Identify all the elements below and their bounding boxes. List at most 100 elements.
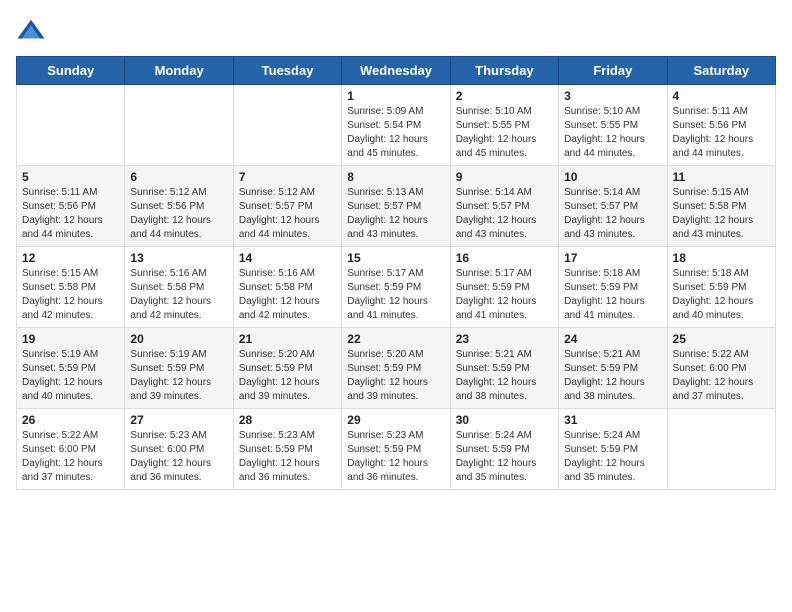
day-info: Sunrise: 5:20 AM Sunset: 5:59 PM Dayligh… bbox=[347, 348, 444, 404]
day-number: 12 bbox=[22, 251, 119, 265]
day-number: 28 bbox=[239, 413, 336, 427]
calendar-cell: 3Sunrise: 5:10 AM Sunset: 5:55 PM Daylig… bbox=[559, 85, 667, 166]
calendar-cell: 19 Sunrise: 5:19 AM Sunset: 5:59 PM Dayli… bbox=[17, 328, 125, 409]
calendar-cell: 6 Sunrise: 5:12 AM Sunset: 5:56 PM Daylig… bbox=[125, 166, 233, 247]
day-info: Sunrise: 5:15 AM Sunset: 5:58 PM Dayligh… bbox=[673, 186, 770, 242]
calendar-cell: 27 Sunrise: 5:23 AM Sunset: 6:00 PM Dayli… bbox=[125, 409, 233, 490]
day-header-saturday: Saturday bbox=[667, 57, 775, 85]
day-number: 30 bbox=[456, 413, 553, 427]
calendar-cell: 10Sunrise: 5:14 AM Sunset: 5:57 PM Dayli… bbox=[559, 166, 667, 247]
day-number: 1 bbox=[347, 89, 444, 103]
day-info: Sunrise: 5:22 AM Sunset: 6:00 PM Dayligh… bbox=[673, 348, 770, 404]
calendar-cell: 8Sunrise: 5:13 AM Sunset: 5:57 PM Daylig… bbox=[342, 166, 450, 247]
day-info: Sunrise: 5:10 AM Sunset: 5:55 PM Dayligh… bbox=[456, 105, 553, 161]
day-info: Sunrise: 5:24 AM Sunset: 5:59 PM Dayligh… bbox=[564, 429, 661, 485]
calendar-cell: 28 Sunrise: 5:23 AM Sunset: 5:59 PM Dayli… bbox=[233, 409, 341, 490]
day-info: Sunrise: 5:16 AM Sunset: 5:58 PM Dayligh… bbox=[130, 267, 227, 323]
day-number: 16 bbox=[456, 251, 553, 265]
day-number: 19 bbox=[22, 332, 119, 346]
day-number: 29 bbox=[347, 413, 444, 427]
week-row-5: 26 Sunrise: 5:22 AM Sunset: 6:00 PM Dayli… bbox=[17, 409, 776, 490]
day-header-thursday: Thursday bbox=[450, 57, 558, 85]
day-number: 20 bbox=[130, 332, 227, 346]
day-number: 3 bbox=[564, 89, 661, 103]
calendar-table: SundayMondayTuesdayWednesdayThursdayFrid… bbox=[16, 56, 776, 490]
day-info: Sunrise: 5:15 AM Sunset: 5:58 PM Dayligh… bbox=[22, 267, 119, 323]
day-number: 22 bbox=[347, 332, 444, 346]
calendar-cell: 30 Sunrise: 5:24 AM Sunset: 5:59 PM Dayli… bbox=[450, 409, 558, 490]
logo bbox=[16, 16, 50, 46]
day-info: Sunrise: 5:22 AM Sunset: 6:00 PM Dayligh… bbox=[22, 429, 119, 485]
day-info: Sunrise: 5:20 AM Sunset: 5:59 PM Dayligh… bbox=[239, 348, 336, 404]
calendar-cell: 13 Sunrise: 5:16 AM Sunset: 5:58 PM Dayli… bbox=[125, 247, 233, 328]
calendar-cell: 23 Sunrise: 5:21 AM Sunset: 5:59 PM Dayli… bbox=[450, 328, 558, 409]
calendar-cell: 22 Sunrise: 5:20 AM Sunset: 5:59 PM Dayli… bbox=[342, 328, 450, 409]
day-info: Sunrise: 5:23 AM Sunset: 5:59 PM Dayligh… bbox=[239, 429, 336, 485]
day-number: 25 bbox=[673, 332, 770, 346]
day-number: 11 bbox=[673, 170, 770, 184]
day-number: 6 bbox=[130, 170, 227, 184]
day-number: 2 bbox=[456, 89, 553, 103]
day-info: Sunrise: 5:16 AM Sunset: 5:58 PM Dayligh… bbox=[239, 267, 336, 323]
day-info: Sunrise: 5:12 AM Sunset: 5:56 PM Dayligh… bbox=[130, 186, 227, 242]
day-number: 31 bbox=[564, 413, 661, 427]
day-info: Sunrise: 5:19 AM Sunset: 5:59 PM Dayligh… bbox=[130, 348, 227, 404]
calendar-cell: 25 Sunrise: 5:22 AM Sunset: 6:00 PM Dayli… bbox=[667, 328, 775, 409]
calendar-cell: 31 Sunrise: 5:24 AM Sunset: 5:59 PM Dayli… bbox=[559, 409, 667, 490]
day-info: Sunrise: 5:18 AM Sunset: 5:59 PM Dayligh… bbox=[564, 267, 661, 323]
day-number: 23 bbox=[456, 332, 553, 346]
calendar-cell: 26 Sunrise: 5:22 AM Sunset: 6:00 PM Dayli… bbox=[17, 409, 125, 490]
calendar-cell: 24 Sunrise: 5:21 AM Sunset: 5:59 PM Dayli… bbox=[559, 328, 667, 409]
week-row-3: 12 Sunrise: 5:15 AM Sunset: 5:58 PM Dayli… bbox=[17, 247, 776, 328]
calendar-cell: 5 Sunrise: 5:11 AM Sunset: 5:56 PM Daylig… bbox=[17, 166, 125, 247]
day-info: Sunrise: 5:14 AM Sunset: 5:57 PM Dayligh… bbox=[564, 186, 661, 242]
calendar-cell bbox=[125, 85, 233, 166]
day-info: Sunrise: 5:19 AM Sunset: 5:59 PM Dayligh… bbox=[22, 348, 119, 404]
day-info: Sunrise: 5:11 AM Sunset: 5:56 PM Dayligh… bbox=[22, 186, 119, 242]
calendar-cell: 29 Sunrise: 5:23 AM Sunset: 5:59 PM Dayli… bbox=[342, 409, 450, 490]
day-number: 7 bbox=[239, 170, 336, 184]
calendar-cell: 17 Sunrise: 5:18 AM Sunset: 5:59 PM Dayli… bbox=[559, 247, 667, 328]
calendar-cell: 1Sunrise: 5:09 AM Sunset: 5:54 PM Daylig… bbox=[342, 85, 450, 166]
day-info: Sunrise: 5:12 AM Sunset: 5:57 PM Dayligh… bbox=[239, 186, 336, 242]
day-header-friday: Friday bbox=[559, 57, 667, 85]
logo-icon bbox=[16, 16, 46, 46]
calendar-cell: 9Sunrise: 5:14 AM Sunset: 5:57 PM Daylig… bbox=[450, 166, 558, 247]
page-header bbox=[16, 16, 776, 46]
calendar-cell: 15 Sunrise: 5:17 AM Sunset: 5:59 PM Dayli… bbox=[342, 247, 450, 328]
day-info: Sunrise: 5:18 AM Sunset: 5:59 PM Dayligh… bbox=[673, 267, 770, 323]
day-info: Sunrise: 5:11 AM Sunset: 5:56 PM Dayligh… bbox=[673, 105, 770, 161]
day-number: 15 bbox=[347, 251, 444, 265]
day-info: Sunrise: 5:23 AM Sunset: 6:00 PM Dayligh… bbox=[130, 429, 227, 485]
day-number: 21 bbox=[239, 332, 336, 346]
calendar-cell: 7 Sunrise: 5:12 AM Sunset: 5:57 PM Daylig… bbox=[233, 166, 341, 247]
day-number: 13 bbox=[130, 251, 227, 265]
day-number: 26 bbox=[22, 413, 119, 427]
calendar-cell: 2 Sunrise: 5:10 AM Sunset: 5:55 PM Daylig… bbox=[450, 85, 558, 166]
day-info: Sunrise: 5:21 AM Sunset: 5:59 PM Dayligh… bbox=[564, 348, 661, 404]
day-info: Sunrise: 5:24 AM Sunset: 5:59 PM Dayligh… bbox=[456, 429, 553, 485]
day-number: 27 bbox=[130, 413, 227, 427]
day-header-sunday: Sunday bbox=[17, 57, 125, 85]
day-number: 18 bbox=[673, 251, 770, 265]
calendar-cell bbox=[17, 85, 125, 166]
calendar-cell: 16Sunrise: 5:17 AM Sunset: 5:59 PM Dayli… bbox=[450, 247, 558, 328]
day-info: Sunrise: 5:17 AM Sunset: 5:59 PM Dayligh… bbox=[347, 267, 444, 323]
calendar-cell: 21 Sunrise: 5:20 AM Sunset: 5:59 PM Dayli… bbox=[233, 328, 341, 409]
calendar-cell: 20 Sunrise: 5:19 AM Sunset: 5:59 PM Dayli… bbox=[125, 328, 233, 409]
day-info: Sunrise: 5:14 AM Sunset: 5:57 PM Dayligh… bbox=[456, 186, 553, 242]
day-number: 17 bbox=[564, 251, 661, 265]
calendar-cell: 4Sunrise: 5:11 AM Sunset: 5:56 PM Daylig… bbox=[667, 85, 775, 166]
day-number: 14 bbox=[239, 251, 336, 265]
week-row-1: 1Sunrise: 5:09 AM Sunset: 5:54 PM Daylig… bbox=[17, 85, 776, 166]
day-header-tuesday: Tuesday bbox=[233, 57, 341, 85]
calendar-cell: 11 Sunrise: 5:15 AM Sunset: 5:58 PM Dayli… bbox=[667, 166, 775, 247]
week-row-2: 5 Sunrise: 5:11 AM Sunset: 5:56 PM Daylig… bbox=[17, 166, 776, 247]
day-info: Sunrise: 5:13 AM Sunset: 5:57 PM Dayligh… bbox=[347, 186, 444, 242]
day-number: 24 bbox=[564, 332, 661, 346]
day-info: Sunrise: 5:21 AM Sunset: 5:59 PM Dayligh… bbox=[456, 348, 553, 404]
day-info: Sunrise: 5:23 AM Sunset: 5:59 PM Dayligh… bbox=[347, 429, 444, 485]
calendar-cell: 12 Sunrise: 5:15 AM Sunset: 5:58 PM Dayli… bbox=[17, 247, 125, 328]
day-number: 5 bbox=[22, 170, 119, 184]
day-header-monday: Monday bbox=[125, 57, 233, 85]
